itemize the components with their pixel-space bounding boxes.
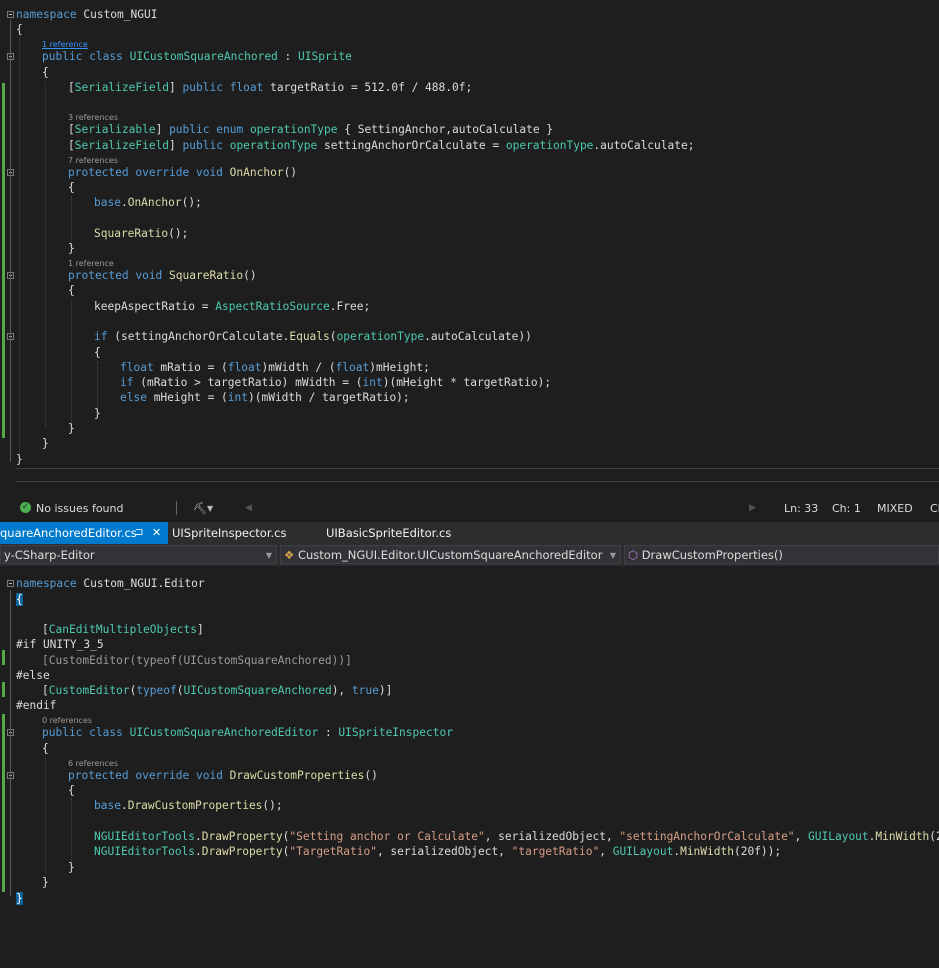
chevron-down-icon[interactable]: ▼ <box>207 504 213 513</box>
bottom-code-area[interactable]: namespace Custom_NGUI.Editor { [CanEditM… <box>16 566 939 968</box>
class-icon: ❖ <box>284 548 298 562</box>
change-marker <box>2 714 5 892</box>
code-line: { <box>68 284 75 297</box>
code-line: { <box>68 784 75 797</box>
code-line: protected void SquareRatio() <box>68 269 257 282</box>
project-label: y-CSharp-Editor <box>4 548 95 562</box>
tab-label: quareAnchoredEditor.cs <box>0 526 137 540</box>
no-issues-icon[interactable]: ✓ <box>20 502 31 513</box>
code-line: { <box>94 346 101 359</box>
code-line: base.DrawCustomProperties(); <box>94 799 283 812</box>
code-line: [Serializable] public enum operationType… <box>68 123 554 136</box>
code-line: protected override void OnAnchor() <box>68 166 298 179</box>
code-line: [SerializeField] public operationType se… <box>68 139 695 152</box>
code-line: [CanEditMultipleObjects] <box>42 623 204 636</box>
tab-label: UIBasicSpriteEditor.cs <box>326 526 452 540</box>
code-line: { <box>16 593 23 606</box>
indent-guide <box>71 798 72 864</box>
code-line: { <box>16 23 23 36</box>
code-line: keepAspectRatio = AspectRatioSource.Free… <box>94 300 371 313</box>
fold-line <box>10 20 11 462</box>
code-line: { <box>42 742 49 755</box>
indent-guide <box>71 196 72 246</box>
code-line: protected override void DrawCustomProper… <box>68 769 378 782</box>
collapse-namespace-icon[interactable] <box>7 580 14 587</box>
code-line: if (settingAnchorOrCalculate.Equals(oper… <box>94 330 532 343</box>
code-line: public class UICustomSquareAnchored : UI… <box>42 50 352 63</box>
indent-guide <box>71 300 72 427</box>
code-line: float mRatio = (float)mWidth / (float)mH… <box>120 361 430 374</box>
tab-active-editor[interactable]: quareAnchoredEditor.cs ⊐ ✕ <box>0 522 168 544</box>
code-line: { <box>42 66 49 79</box>
change-marker <box>2 83 5 438</box>
navigation-bar: y-CSharp-Editor ▼ ❖ Custom_NGUI.Editor.U… <box>0 544 939 566</box>
top-code-area[interactable]: namespace Custom_NGUI { 1 reference publ… <box>16 0 939 482</box>
member-dropdown[interactable]: ⬡ DrawCustomProperties() <box>624 545 939 564</box>
line-indicator[interactable]: Ln: 33 <box>784 502 818 515</box>
code-line: if (mRatio > targetRatio) mWidth = (int)… <box>120 376 552 389</box>
code-line: } <box>94 407 101 420</box>
code-line: } <box>16 892 23 905</box>
horizontal-scrollbar[interactable] <box>16 468 939 482</box>
bottom-editor-pane[interactable]: namespace Custom_NGUI.Editor { [CanEditM… <box>0 566 939 968</box>
scroll-right-icon[interactable]: ▶ <box>749 503 756 513</box>
code-line: #if UNITY_3_5 <box>16 638 104 651</box>
pin-icon[interactable]: ⊐ <box>135 522 143 544</box>
code-line-inactive: [CustomEditor(typeof(UICustomSquareAncho… <box>42 654 352 667</box>
code-line: NGUIEditorTools.DrawProperty("Setting an… <box>94 830 939 843</box>
code-line: } <box>16 453 23 466</box>
code-line: [CustomEditor(typeof(UICustomSquareAncho… <box>42 684 393 697</box>
code-line: namespace Custom_NGUI <box>16 8 158 21</box>
indent-guide <box>97 362 98 412</box>
member-label: DrawCustomProperties() <box>641 548 783 562</box>
chevron-down-icon: ▼ <box>609 551 616 560</box>
method-icon: ⬡ <box>628 548 642 562</box>
brush-icon[interactable]: ⛏ <box>193 502 207 515</box>
class-label: Custom_NGUI.Editor.UICustomSquareAnchore… <box>297 548 603 562</box>
close-icon[interactable]: ✕ <box>152 522 161 544</box>
code-line: { <box>68 181 75 194</box>
bottom-gutter <box>0 566 16 968</box>
column-indicator[interactable]: Ch: 1 <box>832 502 861 515</box>
top-editor-pane[interactable]: namespace Custom_NGUI { 1 reference publ… <box>0 0 939 482</box>
indent-guide <box>19 30 20 458</box>
tab-uispriteinspector[interactable]: UISpriteInspector.cs <box>172 522 312 544</box>
class-dropdown[interactable]: ❖ Custom_NGUI.Editor.UICustomSquareAncho… <box>280 545 621 564</box>
code-line: base.OnAnchor(); <box>94 196 202 209</box>
whitespace-mode[interactable]: MIXED <box>877 502 913 515</box>
scroll-left-icon[interactable]: ◀ <box>245 503 252 513</box>
code-line: } <box>42 876 49 889</box>
tab-uibasicspriteeditor[interactable]: UIBasicSpriteEditor.cs <box>326 522 466 544</box>
project-dropdown[interactable]: y-CSharp-Editor ▼ <box>0 545 277 564</box>
code-line: #else <box>16 669 50 682</box>
code-line: public class UICustomSquareAnchoredEdito… <box>42 726 453 739</box>
code-line: } <box>68 422 75 435</box>
fold-line <box>10 590 11 896</box>
code-line: SquareRatio(); <box>94 227 189 240</box>
change-marker <box>2 650 5 665</box>
collapse-namespace-icon[interactable] <box>7 11 14 18</box>
indent-guide <box>45 752 46 880</box>
document-tabs: quareAnchoredEditor.cs ⊐ ✕ UISpriteInspe… <box>0 522 939 544</box>
code-line: } <box>68 861 75 874</box>
chevron-down-icon: ▼ <box>265 551 272 560</box>
code-line: [SerializeField] public float targetRati… <box>68 81 473 94</box>
code-line: namespace Custom_NGUI.Editor <box>16 577 205 590</box>
code-line: } <box>68 242 75 255</box>
code-line: else mHeight = (int)(mWidth / targetRati… <box>120 391 410 404</box>
issues-status[interactable]: No issues found <box>36 502 123 515</box>
top-gutter <box>0 0 16 482</box>
code-line: #endif <box>16 699 57 712</box>
code-line: } <box>42 437 49 450</box>
indent-guide <box>45 82 46 427</box>
change-marker <box>2 682 5 697</box>
tab-label: UISpriteInspector.cs <box>172 526 287 540</box>
code-line: NGUIEditorTools.DrawProperty("TargetRati… <box>94 845 782 858</box>
editor-status-bar: ✓ No issues found ⛏ ▼ ◀ ▶ Ln: 33 Ch: 1 M… <box>0 499 939 519</box>
line-ending[interactable]: CR <box>930 502 939 515</box>
separator <box>176 501 177 515</box>
